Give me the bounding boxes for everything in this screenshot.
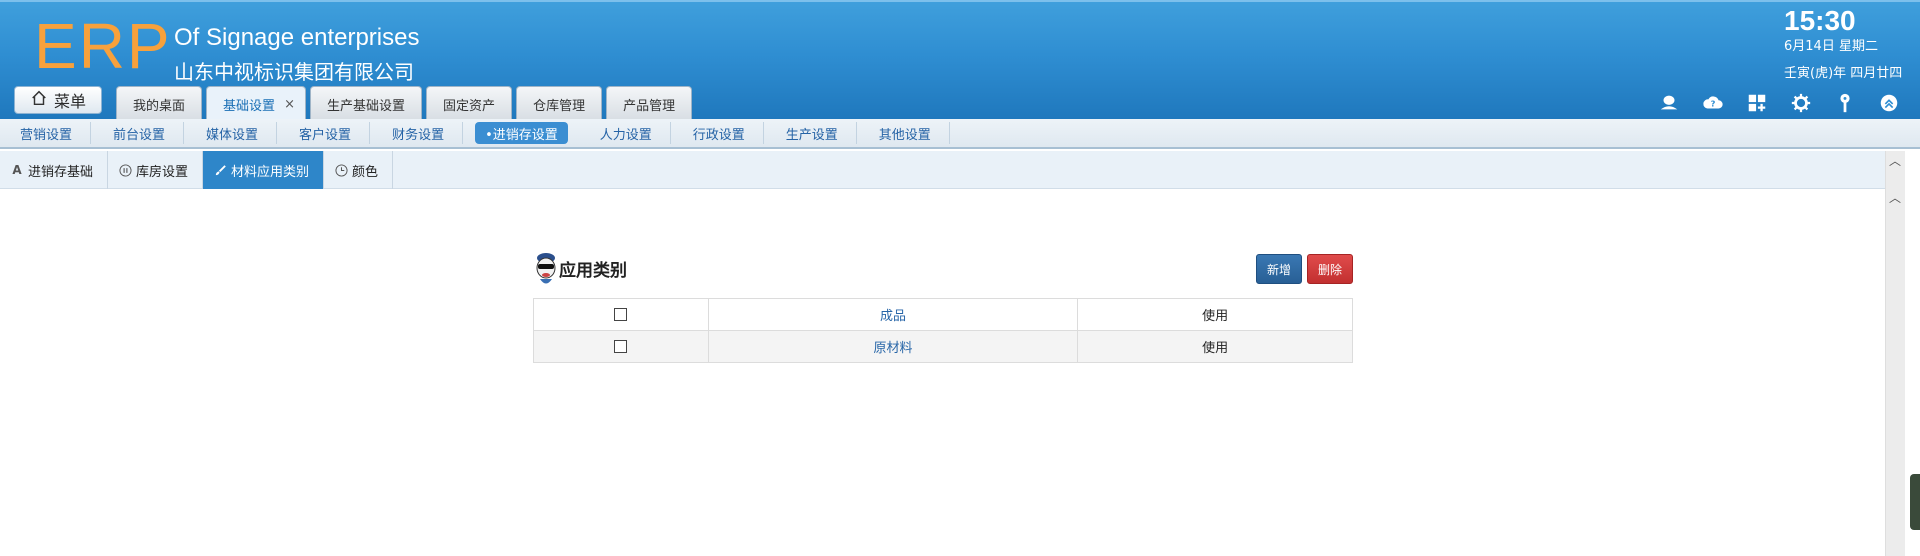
main-menu-button[interactable]: 菜单 — [14, 86, 102, 114]
subnav-inventory-settings[interactable]: •进销存设置 — [475, 122, 568, 144]
app-header: ERP Of Signage enterprises 山东中视标识集团有限公司 … — [0, 0, 1920, 121]
tab-label: 基础设置 — [223, 98, 276, 114]
table-row: 成品 使用 — [533, 298, 1353, 331]
pause-circle-icon — [118, 163, 132, 177]
category-status-cell: 使用 — [1077, 330, 1353, 363]
tab-basic-settings[interactable]: 基础设置 × — [206, 86, 307, 121]
svg-text:?: ? — [1711, 99, 1716, 109]
user-icon[interactable] — [1658, 92, 1680, 114]
brush-icon — [213, 163, 227, 177]
inventory-settings-tabs: A 进销存基础 库房设置 材料应用类别 颜色 — [0, 151, 1885, 189]
tab-label: 我的桌面 — [133, 98, 186, 114]
tab-label: 仓库管理 — [533, 98, 586, 114]
tab-label: 材料应用类别 — [231, 164, 310, 180]
tab-label: 产品管理 — [623, 98, 676, 114]
clock-lunar-date: 壬寅(虎)年 四月廿四 — [1784, 66, 1903, 81]
panel-title: 应用类别 — [559, 261, 627, 281]
font-a-icon: A — [12, 163, 22, 177]
company-name-cn: 山东中视标识集团有限公司 — [174, 60, 414, 84]
settings-gear-icon[interactable] — [1790, 92, 1812, 114]
company-name-en: Of Signage enterprises — [174, 24, 420, 51]
tab-fixed-assets[interactable]: 固定资产 — [426, 86, 513, 121]
tab-label: 颜色 — [352, 164, 379, 180]
subnav-hr-settings[interactable]: 人力设置 — [582, 122, 671, 144]
clock-widget: 15:30 6月14日 星期二 壬寅(虎)年 四月廿四 — [1784, 4, 1902, 83]
tab-label: 固定资产 — [443, 98, 496, 114]
apps-grid-icon[interactable] — [1746, 92, 1768, 114]
help-cloud-icon[interactable]: ? — [1702, 92, 1724, 114]
subnav-admin-settings[interactable]: 行政设置 — [675, 122, 764, 144]
scroll-up-arrow-icon[interactable]: ︿ — [1889, 152, 1901, 169]
delete-button[interactable]: 删除 — [1307, 254, 1353, 284]
add-button[interactable]: 新增 — [1256, 254, 1302, 284]
panel-header: 应用类别 新增 删除 — [533, 250, 1353, 288]
tab-label: 生产基础设置 — [327, 98, 406, 114]
tab-warehouse-settings[interactable]: 库房设置 — [108, 151, 204, 189]
side-drawer-handle[interactable] — [1910, 474, 1920, 530]
subnav-front-desk-settings[interactable]: 前台设置 — [95, 122, 185, 144]
tab-warehouse-management[interactable]: 仓库管理 — [516, 86, 603, 121]
tab-product-management[interactable]: 产品管理 — [606, 86, 693, 121]
row-checkbox[interactable] — [614, 308, 628, 321]
subnav-other-settings[interactable]: 其他设置 — [861, 122, 950, 144]
erp-logo: ERP — [34, 10, 172, 82]
subnav-media-settings[interactable]: 媒体设置 — [188, 122, 278, 144]
clock-date: 6月14日 星期二 — [1784, 39, 1878, 54]
main-menu-label: 菜单 — [53, 92, 86, 111]
close-icon[interactable]: × — [284, 97, 295, 112]
tab-my-desktop[interactable]: 我的桌面 — [116, 86, 203, 121]
clock-time: 15:30 — [1784, 5, 1856, 36]
subnav-finance-settings[interactable]: 财务设置 — [374, 122, 464, 144]
mascot-icon — [533, 250, 559, 288]
tab-inventory-basics[interactable]: A 进销存基础 — [0, 151, 109, 189]
row-select-cell — [533, 330, 709, 363]
key-icon[interactable] — [1834, 92, 1856, 114]
collapse-up-icon[interactable] — [1878, 92, 1900, 114]
home-icon — [30, 89, 48, 111]
tab-color[interactable]: 颜色 — [324, 151, 394, 189]
tab-label: 库房设置 — [136, 164, 189, 180]
row-select-cell — [533, 298, 709, 331]
category-name-cell[interactable]: 成品 — [707, 298, 1079, 331]
scroll-up-arrow-icon[interactable]: ︿ — [1889, 189, 1901, 206]
category-status-cell: 使用 — [1077, 298, 1353, 331]
category-table: 成品 使用 原材料 使用 — [533, 298, 1353, 363]
tab-material-application-category[interactable]: 材料应用类别 — [203, 151, 325, 189]
row-checkbox[interactable] — [614, 340, 628, 353]
module-tabs: 我的桌面 基础设置 × 生产基础设置 固定资产 仓库管理 产品管理 — [116, 86, 693, 121]
tab-label: 进销存基础 — [28, 164, 94, 180]
subnav-marketing-settings[interactable]: 营销设置 — [2, 122, 92, 144]
top-right-toolbar: ? — [1658, 92, 1900, 114]
subnav-production-settings[interactable]: 生产设置 — [768, 122, 857, 144]
vertical-scrollbar[interactable] — [1885, 151, 1905, 556]
category-name-cell[interactable]: 原材料 — [707, 330, 1079, 363]
table-row: 原材料 使用 — [533, 330, 1353, 363]
application-category-panel: 应用类别 新增 删除 成品 使用 原材料 使用 — [533, 250, 1353, 363]
settings-subnav: 营销设置 前台设置 媒体设置 客户设置 财务设置 •进销存设置 人力设置 行政设… — [0, 119, 1920, 149]
clock-icon — [334, 163, 348, 177]
tab-production-basic-settings[interactable]: 生产基础设置 — [310, 86, 423, 121]
subnav-customer-settings[interactable]: 客户设置 — [281, 122, 371, 144]
